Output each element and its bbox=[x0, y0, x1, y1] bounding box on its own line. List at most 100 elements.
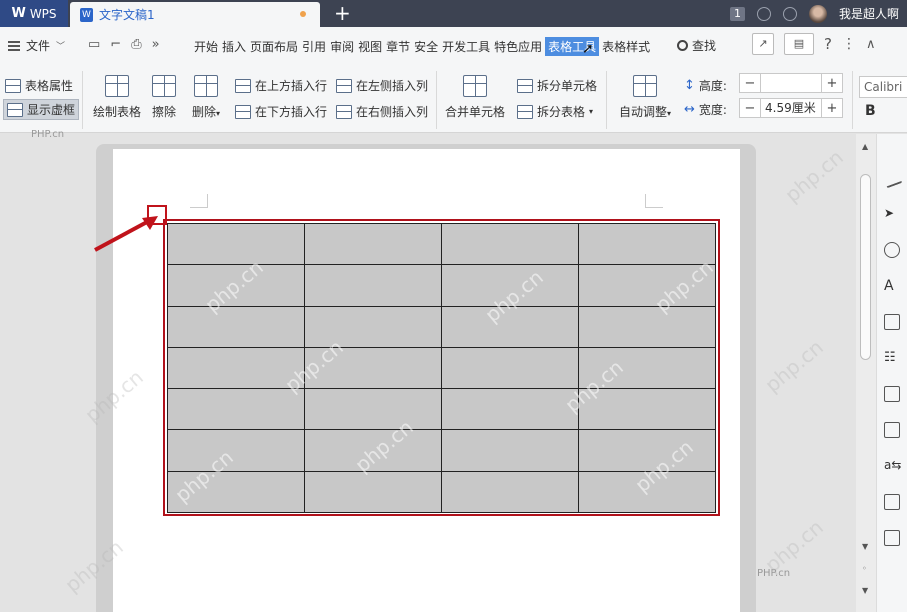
shapes-icon[interactable] bbox=[884, 242, 900, 258]
shirt-icon[interactable] bbox=[782, 6, 797, 21]
font-name-select[interactable]: Calibri bbox=[859, 76, 907, 98]
width-increment-button[interactable]: + bbox=[822, 101, 842, 116]
picture-icon[interactable] bbox=[884, 530, 900, 546]
show-gridlines-button[interactable]: 显示虚框 bbox=[3, 99, 80, 120]
table-cell[interactable] bbox=[441, 222, 579, 266]
tab-view[interactable]: 视图 bbox=[357, 37, 383, 56]
adjust-icon[interactable]: ☷ bbox=[884, 350, 900, 366]
file-menu-button[interactable]: 文件 ﹀ bbox=[8, 37, 65, 54]
scroll-down-icon[interactable]: ▼ bbox=[862, 542, 868, 551]
table-cell[interactable] bbox=[441, 346, 579, 390]
col-width-input[interactable]: 4.59厘米 bbox=[760, 99, 822, 117]
table-icon[interactable] bbox=[884, 314, 900, 330]
table-cell[interactable] bbox=[304, 222, 442, 266]
table-cell[interactable] bbox=[167, 470, 305, 514]
table-cell[interactable] bbox=[441, 305, 579, 348]
table-cell[interactable] bbox=[578, 346, 716, 390]
tab-review[interactable]: 审阅 bbox=[329, 37, 355, 56]
archive-icon[interactable] bbox=[884, 494, 900, 510]
save-icon[interactable]: ▭ bbox=[88, 37, 100, 52]
table-cell[interactable] bbox=[578, 305, 716, 348]
table-cell[interactable] bbox=[441, 388, 579, 431]
pen-icon[interactable] bbox=[881, 167, 903, 189]
insert-row-below-button[interactable]: 在下方插入行 bbox=[235, 103, 327, 120]
table-cell[interactable] bbox=[578, 470, 716, 514]
share-export-icon[interactable] bbox=[884, 422, 900, 438]
skin-icon[interactable] bbox=[756, 6, 771, 21]
next-page-icon[interactable]: ▼ bbox=[862, 586, 868, 595]
delete-button[interactable]: 删除▾ bbox=[178, 75, 234, 120]
scroll-up-icon[interactable]: ▲ bbox=[862, 142, 868, 151]
bold-button[interactable]: B bbox=[865, 103, 876, 119]
search-icon bbox=[677, 40, 688, 51]
table-cell[interactable] bbox=[441, 264, 579, 307]
table-cell[interactable] bbox=[167, 222, 305, 266]
table-cell[interactable] bbox=[167, 429, 305, 472]
table-cell[interactable] bbox=[578, 388, 716, 431]
wps-home-tab[interactable]: W WPS bbox=[0, 0, 68, 27]
collapse-ribbon-button[interactable]: ∧ bbox=[866, 37, 876, 52]
table-cell[interactable] bbox=[167, 388, 305, 431]
table-cell[interactable] bbox=[167, 264, 305, 307]
print-icon[interactable]: ⎙ bbox=[131, 37, 141, 52]
translate-icon[interactable]: a⇆ bbox=[884, 458, 901, 474]
tab-insert[interactable]: 插入 bbox=[221, 37, 247, 56]
new-tab-button[interactable]: + bbox=[334, 1, 351, 25]
show-gridlines-label: 显示虚框 bbox=[27, 103, 76, 117]
table-cell[interactable] bbox=[578, 222, 716, 266]
more-commands-icon[interactable]: » bbox=[152, 37, 160, 52]
table-cell[interactable] bbox=[304, 346, 442, 390]
width-decrement-button[interactable]: − bbox=[740, 101, 760, 116]
merge-cells-button[interactable]: 合并单元格 bbox=[443, 75, 507, 120]
avatar[interactable] bbox=[808, 4, 827, 23]
tab-security[interactable]: 安全 bbox=[413, 37, 439, 56]
table-cell[interactable] bbox=[304, 305, 442, 348]
window-count-badge[interactable]: 1 bbox=[729, 6, 745, 21]
height-decrement-button[interactable]: − bbox=[740, 76, 760, 91]
height-increment-button[interactable]: + bbox=[822, 76, 842, 91]
row-height-stepper[interactable]: − + bbox=[739, 73, 843, 93]
vertical-scrollbar[interactable]: ▲ ▼ ◦ ▼ bbox=[856, 134, 876, 612]
insert-col-left-button[interactable]: 在左侧插入列 bbox=[336, 77, 428, 94]
insert-row-above-button[interactable]: 在上方插入行 bbox=[235, 77, 327, 94]
username[interactable]: 我是超人啊 bbox=[839, 5, 899, 22]
tab-special-apps[interactable]: 特色应用 bbox=[493, 37, 543, 56]
more-options-button[interactable]: ⋮ bbox=[842, 36, 856, 52]
tab-chapter[interactable]: 章节 bbox=[385, 37, 411, 56]
tab-references[interactable]: 引用 bbox=[301, 37, 327, 56]
table-cell[interactable] bbox=[304, 470, 442, 514]
table-cell[interactable] bbox=[167, 346, 305, 390]
split-table-button[interactable]: 拆分表格 ▾ bbox=[517, 103, 593, 120]
help-button[interactable]: ? bbox=[824, 35, 832, 53]
tab-developer[interactable]: 开发工具 bbox=[441, 37, 491, 56]
table-cell[interactable] bbox=[304, 429, 442, 472]
table-cell[interactable] bbox=[441, 470, 579, 514]
format-painter-icon[interactable]: ⌐ bbox=[110, 37, 121, 52]
table-cell[interactable] bbox=[578, 429, 716, 472]
tab-page-layout[interactable]: 页面布局 bbox=[249, 37, 299, 56]
wps-window: W WPS W 文字文稿1 + 1 我是超人啊 文件 ﹀ ▭ ⌐ ⎙ » 开始 … bbox=[0, 0, 907, 612]
table-properties-button[interactable]: 表格属性 bbox=[5, 77, 73, 94]
document-table[interactable] bbox=[167, 222, 716, 514]
split-cells-button[interactable]: 拆分单元格 bbox=[517, 77, 597, 94]
table-cell[interactable] bbox=[304, 388, 442, 431]
text-effect-icon[interactable]: A bbox=[884, 278, 900, 294]
scrollbar-thumb[interactable] bbox=[860, 174, 871, 360]
document-tab[interactable]: W 文字文稿1 bbox=[70, 2, 320, 27]
table-cell[interactable] bbox=[167, 305, 305, 348]
table-cell[interactable] bbox=[304, 264, 442, 307]
table-cell[interactable] bbox=[578, 264, 716, 307]
row-height-input[interactable] bbox=[760, 74, 822, 92]
pointer-icon[interactable]: ➤ bbox=[884, 206, 900, 222]
tab-table-styles[interactable]: 表格样式 bbox=[601, 37, 651, 56]
auto-fit-button[interactable]: 自动调整▾ bbox=[614, 75, 676, 120]
search-button[interactable]: 查找 bbox=[677, 37, 716, 54]
insert-col-right-button[interactable]: 在右侧插入列 bbox=[336, 103, 428, 120]
prev-page-icon[interactable]: ◦ bbox=[862, 564, 867, 573]
cloud-sync-icon[interactable]: ▤ bbox=[784, 33, 814, 55]
col-width-stepper[interactable]: − 4.59厘米 + bbox=[739, 98, 843, 118]
image-gallery-icon[interactable] bbox=[884, 386, 900, 402]
table-cell[interactable] bbox=[441, 429, 579, 472]
share-icon[interactable]: ↗ bbox=[752, 33, 774, 55]
tab-start[interactable]: 开始 bbox=[193, 37, 219, 56]
